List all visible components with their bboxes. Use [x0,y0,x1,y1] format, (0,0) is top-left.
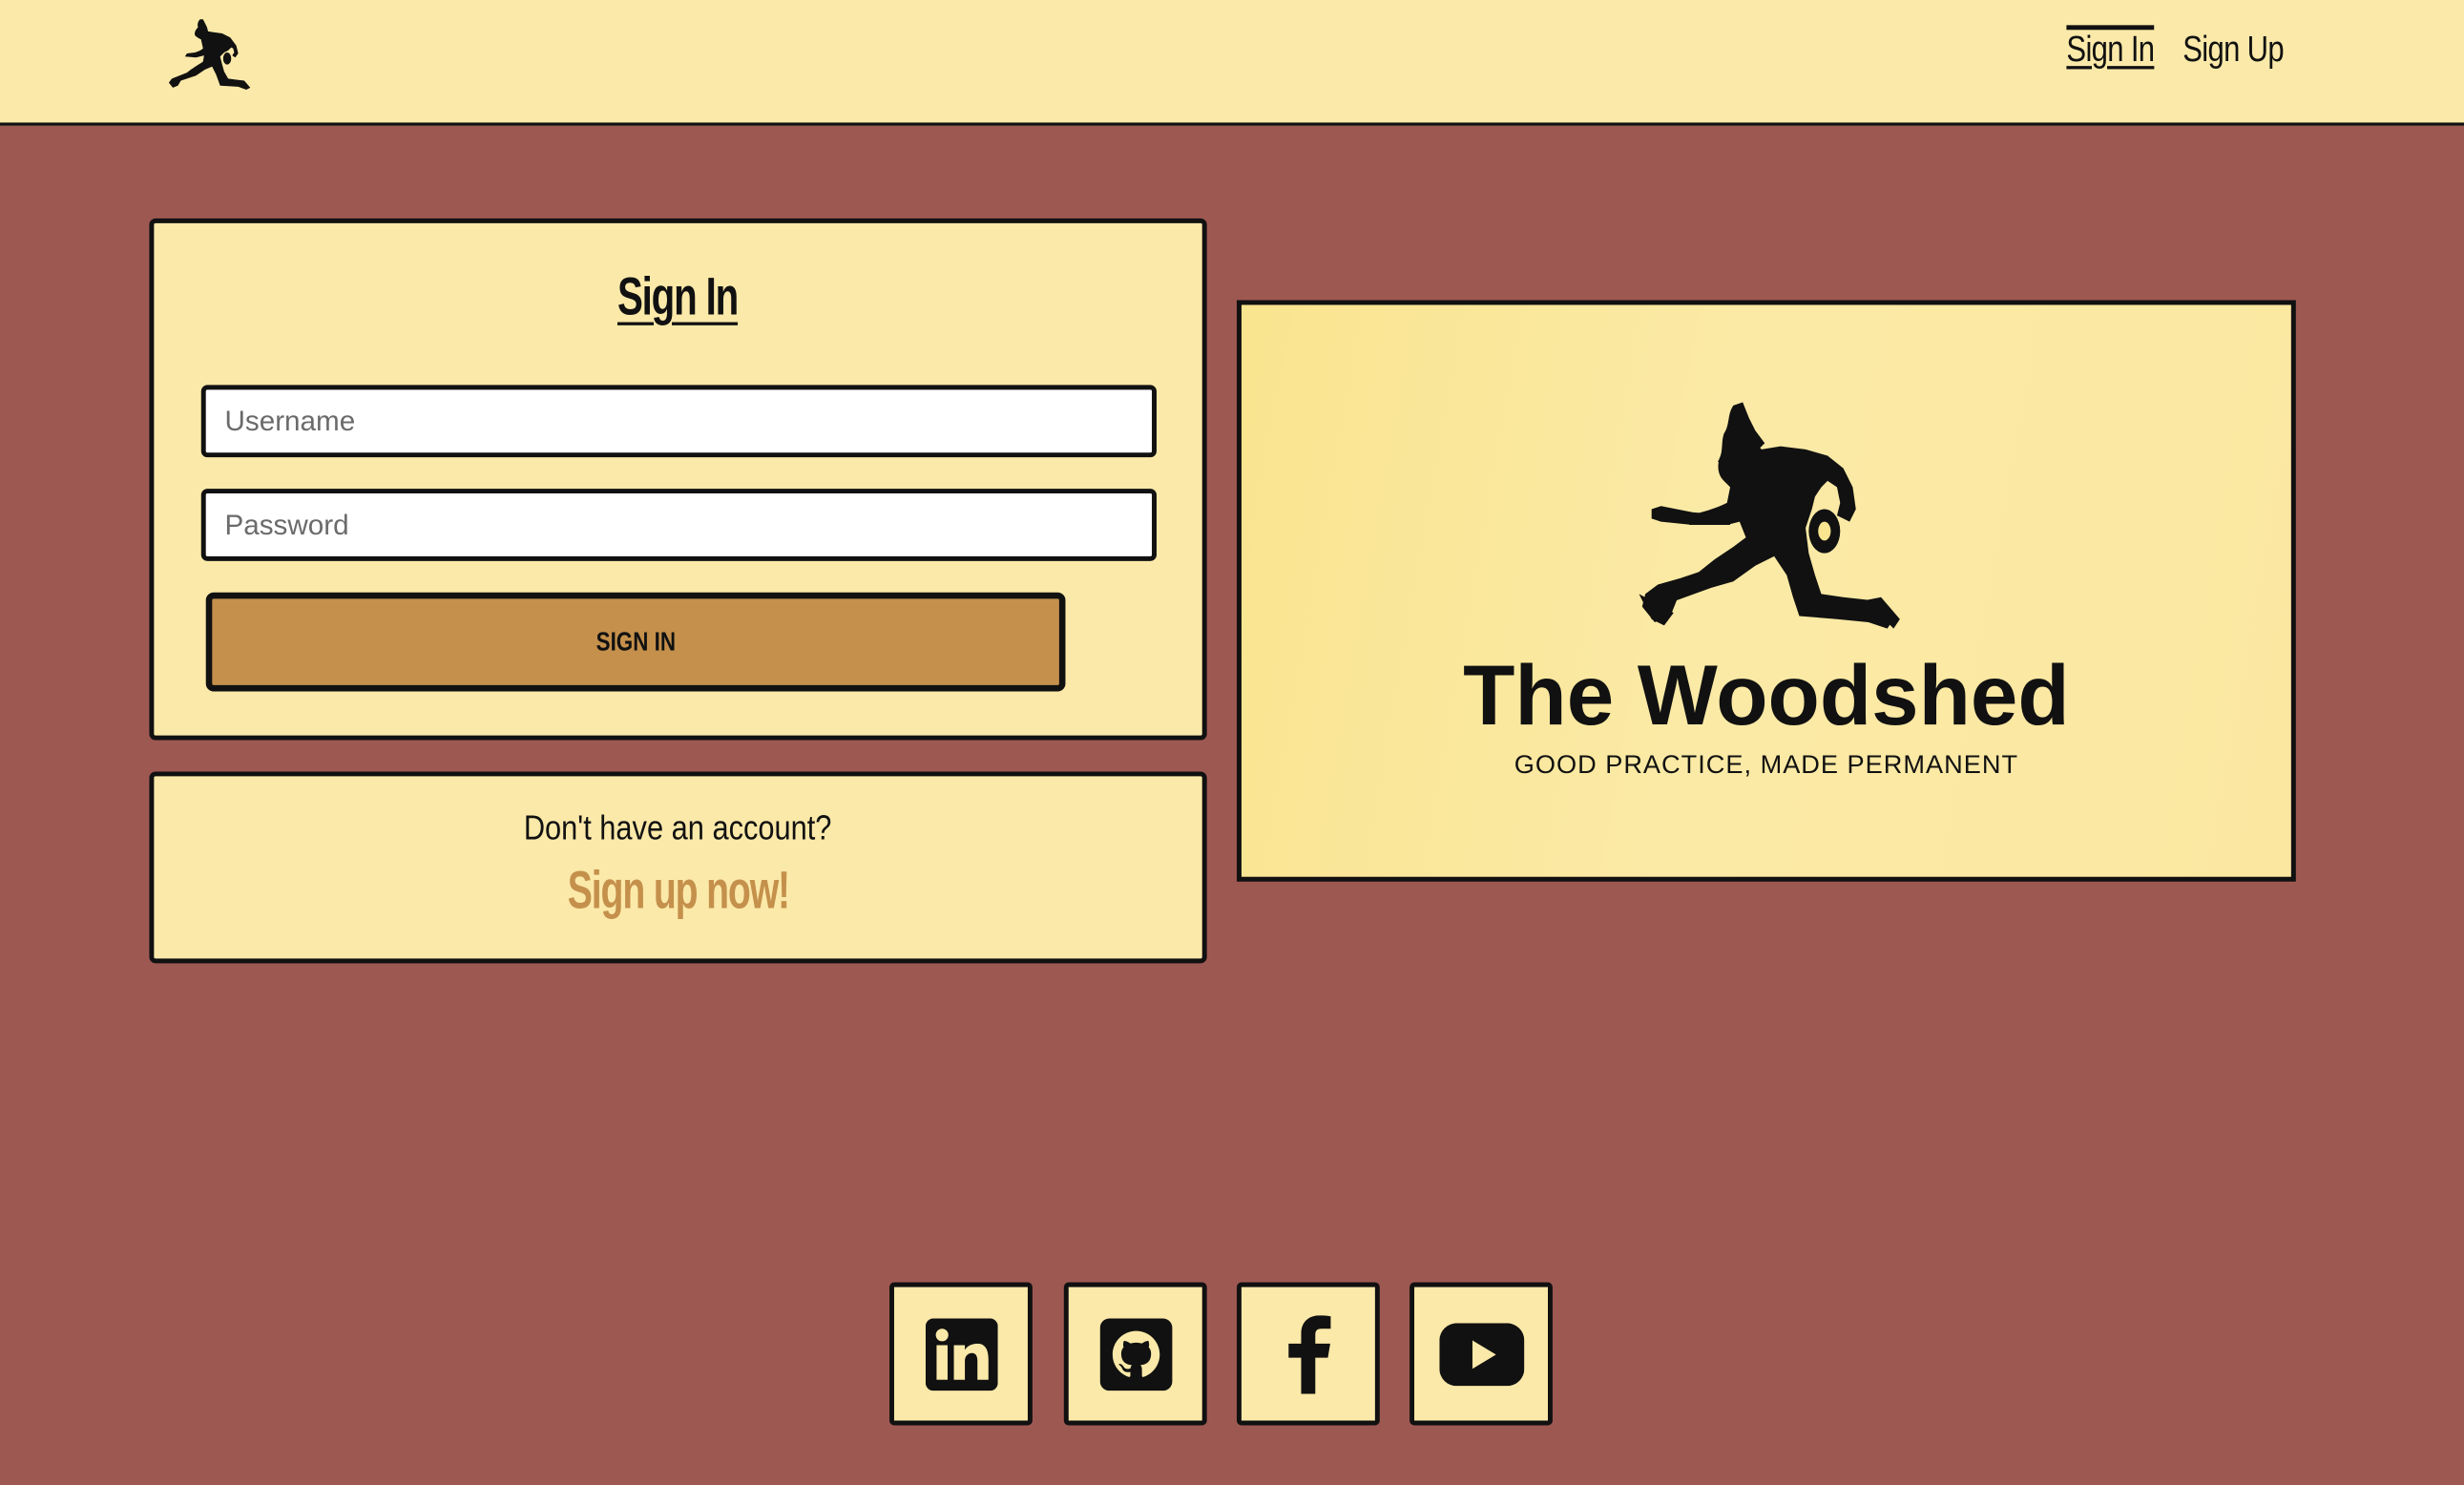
github-icon [1098,1317,1172,1391]
navbar: Sign In Sign Up [0,0,2464,126]
facebook-link[interactable] [1236,1282,1380,1426]
facebook-icon [1287,1314,1330,1393]
nav-link-sign-up[interactable]: Sign Up [2182,29,2284,71]
sign-in-card: Sign In SIGN IN [149,218,1207,741]
jumping-guitarist-icon [1639,402,1900,629]
sign-in-title: Sign In [617,266,740,327]
sign-in-button[interactable]: SIGN IN [205,592,1066,692]
username-field[interactable] [200,385,1157,458]
brand-title: The Woodshed [1463,649,2070,743]
jumping-guitarist-icon[interactable] [167,17,255,93]
sign-up-card: Don't have an account? Sign up now! [149,771,1207,964]
page: Sign In Sign Up Sign In SIGN IN Don't ha… [0,0,2464,1485]
linkedin-icon [925,1317,997,1391]
sign-up-now-link[interactable]: Sign up now! [154,861,1201,922]
youtube-icon [1438,1322,1524,1386]
nav-link-sign-in[interactable]: Sign In [2066,25,2155,71]
brand-tagline: GOOD PRACTICE, MADE PERMANENT [1514,751,2019,780]
youtube-link[interactable] [1409,1282,1553,1426]
github-link[interactable] [1063,1282,1207,1426]
sign-up-question: Don't have an account? [524,807,832,847]
brand-panel: The Woodshed GOOD PRACTICE, MADE PERMANE… [1236,300,2296,882]
password-field[interactable] [200,489,1157,561]
linkedin-link[interactable] [889,1282,1033,1426]
